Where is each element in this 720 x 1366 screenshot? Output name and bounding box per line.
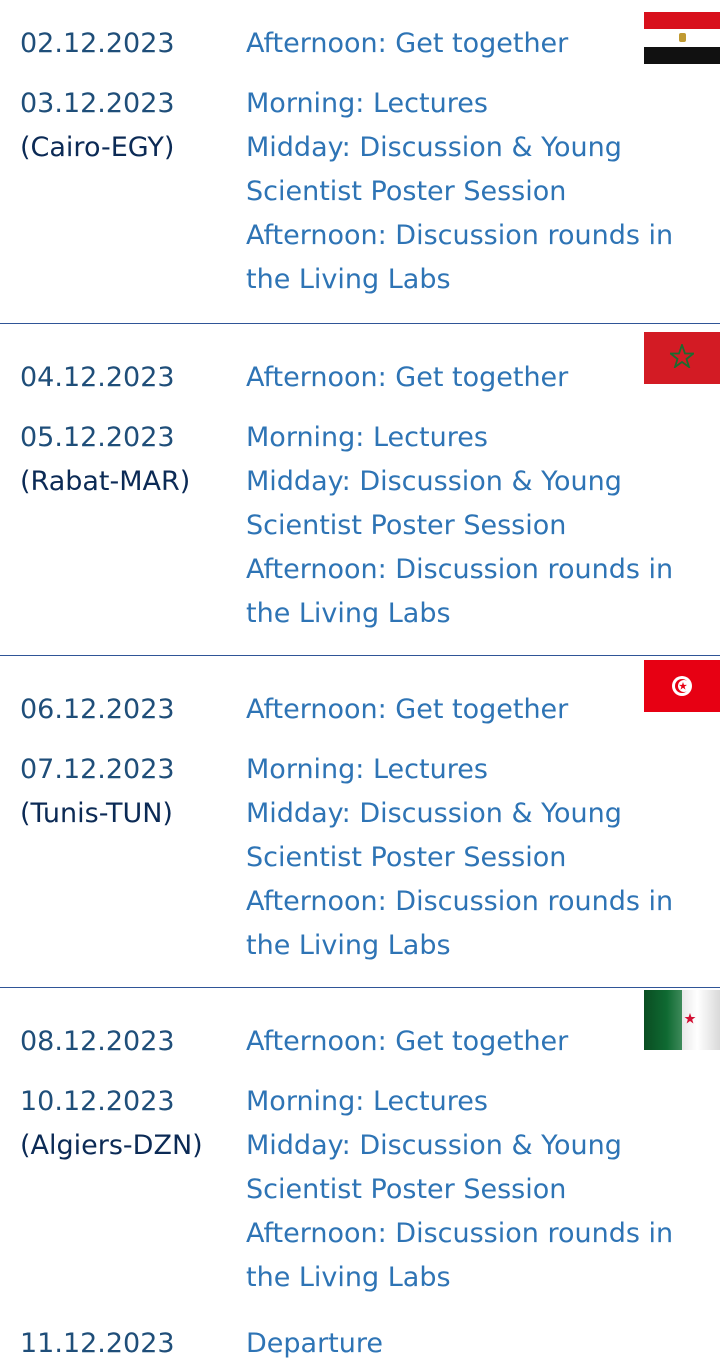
departure-text: Departure (246, 1328, 384, 1359)
main-day-date: 05.12.2023 (20, 422, 175, 453)
agenda-line: Afternoon: Discussion rounds in (246, 554, 674, 585)
morocco-flag-icon (644, 332, 720, 384)
section-divider (0, 987, 720, 988)
pentagram-icon (670, 344, 694, 368)
agenda-line: Afternoon: Discussion rounds in (246, 886, 674, 917)
city-label: (Algiers-DZN) (20, 1130, 203, 1161)
schedule-section-cairo: 02.12.2023 Afternoon: Get together 03.12… (0, 0, 720, 330)
agenda-line: Midday: Discussion & Young (246, 132, 622, 163)
agenda-line: Scientist Poster Session (246, 842, 567, 873)
city-label: (Cairo-EGY) (20, 132, 175, 163)
schedule-section-algiers: 08.12.2023 Afternoon: Get together 10.12… (0, 990, 720, 1326)
agenda-line: the Living Labs (246, 264, 451, 295)
tunisia-flag-icon (644, 660, 720, 712)
main-day-date: 03.12.2023 (20, 88, 175, 119)
agenda-line: Morning: Lectures (246, 754, 488, 785)
agenda-line: Afternoon: Discussion rounds in (246, 1218, 674, 1249)
schedule-section-tunis: 06.12.2023 Afternoon: Get together 07.12… (0, 660, 720, 994)
get-together-text: Afternoon: Get together (246, 1026, 569, 1057)
departure-row: 11.12.2023 Departure (0, 1322, 720, 1366)
city-label: (Tunis-TUN) (20, 798, 173, 829)
agenda-line: Scientist Poster Session (246, 1174, 567, 1205)
city-label: (Rabat-MAR) (20, 466, 191, 497)
get-together-text: Afternoon: Get together (246, 362, 569, 393)
agenda-line: Afternoon: Discussion rounds in (246, 220, 674, 251)
section-divider (0, 323, 720, 324)
agenda-line: Morning: Lectures (246, 1086, 488, 1117)
agenda-line: Midday: Discussion & Young (246, 466, 622, 497)
get-together-text: Afternoon: Get together (246, 28, 569, 59)
get-together-date: 02.12.2023 (20, 28, 175, 59)
algeria-flag-icon (644, 990, 720, 1050)
agenda-line: the Living Labs (246, 598, 451, 629)
schedule-section-rabat: 04.12.2023 Afternoon: Get together 05.12… (0, 332, 720, 662)
agenda-line: the Living Labs (246, 930, 451, 961)
crescent-star-icon (674, 1006, 696, 1030)
departure-date: 11.12.2023 (20, 1328, 175, 1359)
egypt-flag-icon (644, 12, 720, 64)
section-divider (0, 655, 720, 656)
agenda-line: Morning: Lectures (246, 422, 488, 453)
agenda-line: the Living Labs (246, 1262, 451, 1293)
agenda-line: Midday: Discussion & Young (246, 1130, 622, 1161)
main-day-date: 10.12.2023 (20, 1086, 175, 1117)
agenda-line: Scientist Poster Session (246, 510, 567, 541)
get-together-date: 04.12.2023 (20, 362, 175, 393)
get-together-date: 06.12.2023 (20, 694, 175, 725)
agenda-line: Morning: Lectures (246, 88, 488, 119)
get-together-text: Afternoon: Get together (246, 694, 569, 725)
agenda-line: Scientist Poster Session (246, 176, 567, 207)
get-together-date: 08.12.2023 (20, 1026, 175, 1057)
star-icon (679, 682, 687, 690)
agenda-line: Midday: Discussion & Young (246, 798, 622, 829)
main-day-date: 07.12.2023 (20, 754, 175, 785)
